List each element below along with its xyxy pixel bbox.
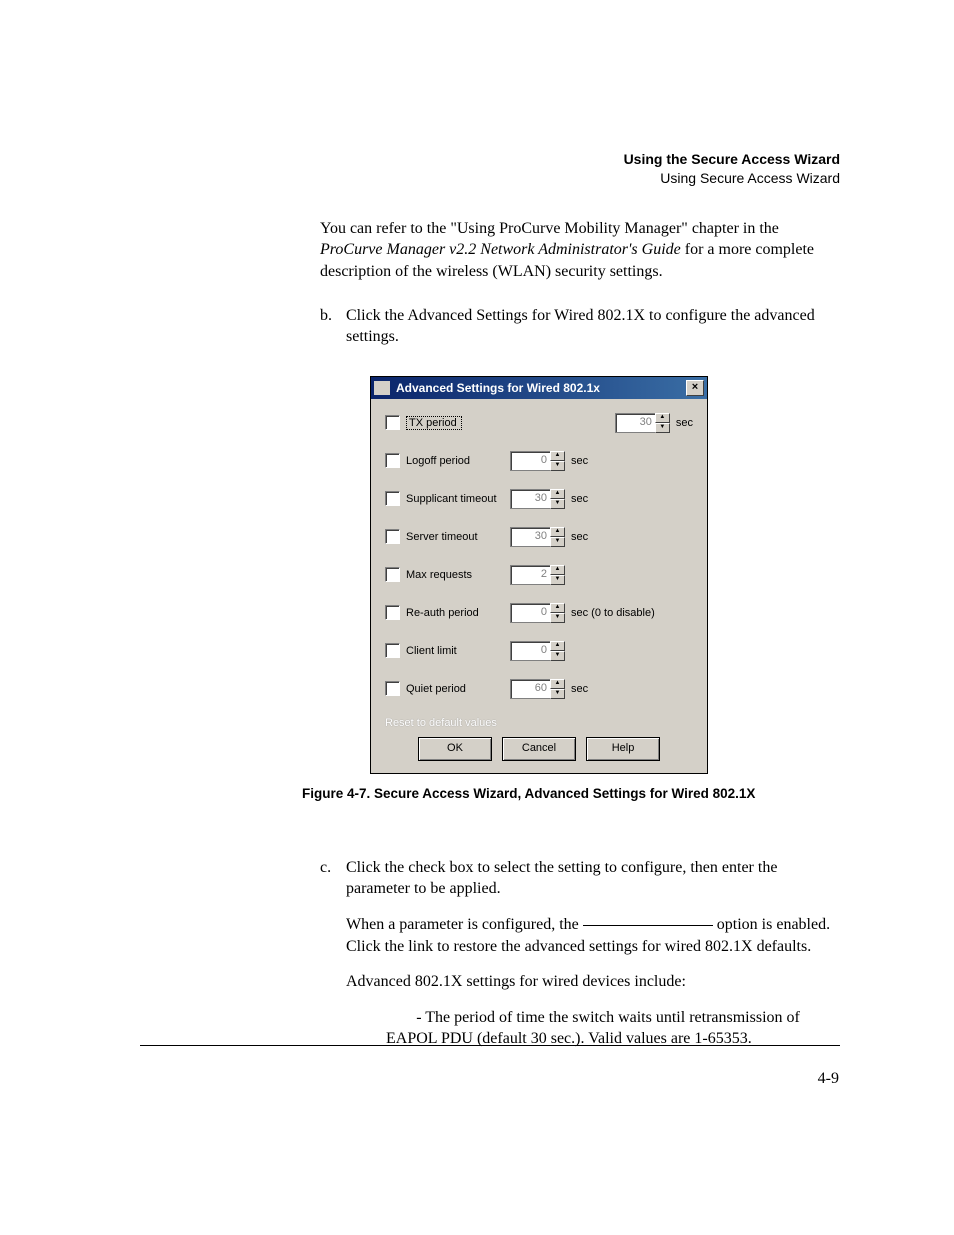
input-logoff-period[interactable]: 0 xyxy=(510,451,550,471)
input-tx-period[interactable]: 30 xyxy=(615,413,655,433)
page-header-subtitle: Using Secure Access Wizard xyxy=(320,169,840,188)
label-max-requests: Max requests xyxy=(406,569,510,581)
help-button[interactable]: Help xyxy=(586,737,660,761)
row-quiet-period: Quiet period 60 ▲▼ sec xyxy=(385,679,693,699)
guide-title-italic: ProCurve Manager v2.2 Network Administra… xyxy=(320,241,681,258)
dialog-app-icon xyxy=(374,381,390,395)
step-c-marker: c. xyxy=(320,857,346,1050)
unit-reauth-period: sec (0 to disable) xyxy=(571,607,655,619)
spinner-max-requests[interactable]: ▲▼ xyxy=(550,565,565,585)
unit-server-timeout: sec xyxy=(571,531,588,543)
input-quiet-period[interactable]: 60 xyxy=(510,679,550,699)
footer-rule xyxy=(140,1045,840,1046)
step-c-bullet: TX period - The period of time the switc… xyxy=(346,1007,840,1050)
dialog-titlebar: Advanced Settings for Wired 802.1x × xyxy=(371,377,707,399)
figure-block: Advanced Settings for Wired 802.1x × TX … xyxy=(320,376,840,801)
figure-caption: Figure 4-7. Secure Access Wizard, Advanc… xyxy=(302,786,840,801)
checkbox-reauth-period[interactable] xyxy=(385,605,400,620)
unit-logoff-period: sec xyxy=(571,455,588,467)
step-c-p1: Click the check box to select the settin… xyxy=(346,857,840,900)
row-server-timeout: Server timeout 30 ▲▼ sec xyxy=(385,527,693,547)
checkbox-supplicant-timeout[interactable] xyxy=(385,491,400,506)
row-max-requests: Max requests 2 ▲▼ xyxy=(385,565,693,585)
step-b-marker: b. xyxy=(320,305,346,348)
checkbox-client-limit[interactable] xyxy=(385,643,400,658)
step-b: b. Click the Advanced Settings for Wired… xyxy=(320,305,840,348)
label-reauth-period: Re-auth period xyxy=(406,607,510,619)
page-header-title: Using the Secure Access Wizard xyxy=(320,150,840,169)
label-logoff-period: Logoff period xyxy=(406,455,510,467)
label-tx-period: TX period xyxy=(406,416,462,430)
step-b-text: Click the Advanced Settings for Wired 80… xyxy=(346,305,840,348)
row-supplicant-timeout: Supplicant timeout 30 ▲▼ sec xyxy=(385,489,693,509)
unit-quiet-period: sec xyxy=(571,683,588,695)
reset-defaults-link[interactable]: Reset to default values xyxy=(385,717,693,729)
label-quiet-period: Quiet period xyxy=(406,683,510,695)
row-logoff-period: Logoff period 0 ▲▼ sec xyxy=(385,451,693,471)
checkbox-server-timeout[interactable] xyxy=(385,529,400,544)
spinner-logoff-period[interactable]: ▲▼ xyxy=(550,451,565,471)
input-reauth-period[interactable]: 0 xyxy=(510,603,550,623)
row-reauth-period: Re-auth period 0 ▲▼ sec (0 to disable) xyxy=(385,603,693,623)
unit-supplicant-timeout: sec xyxy=(571,493,588,505)
label-supplicant-timeout: Supplicant timeout xyxy=(406,493,510,505)
close-icon[interactable]: × xyxy=(686,380,704,396)
cancel-button[interactable]: Cancel xyxy=(502,737,576,761)
label-server-timeout: Server timeout xyxy=(406,531,510,543)
unit-tx-period: sec xyxy=(676,417,693,429)
checkbox-logoff-period[interactable] xyxy=(385,453,400,468)
checkbox-tx-period[interactable] xyxy=(385,415,400,430)
intro-paragraph: You can refer to the "Using ProCurve Mob… xyxy=(320,218,840,283)
page-number: 4-9 xyxy=(818,1070,839,1088)
step-c-body: Click the check box to select the settin… xyxy=(346,857,840,1050)
input-supplicant-timeout[interactable]: 30 xyxy=(510,489,550,509)
input-server-timeout[interactable]: 30 xyxy=(510,527,550,547)
checkbox-quiet-period[interactable] xyxy=(385,681,400,696)
input-client-limit[interactable]: 0 xyxy=(510,641,550,661)
input-max-requests[interactable]: 2 xyxy=(510,565,550,585)
advanced-settings-dialog: Advanced Settings for Wired 802.1x × TX … xyxy=(370,376,708,774)
spinner-client-limit[interactable]: ▲▼ xyxy=(550,641,565,661)
step-c: c. Click the check box to select the set… xyxy=(320,857,840,1050)
page-header: Using the Secure Access Wizard Using Sec… xyxy=(320,150,840,188)
row-tx-period: TX period 30 ▲▼ sec xyxy=(385,413,693,433)
row-client-limit: Client limit 0 ▲▼ xyxy=(385,641,693,661)
dialog-button-row: OK Cancel Help xyxy=(385,737,693,765)
dialog-title: Advanced Settings for Wired 802.1x xyxy=(396,381,686,395)
step-c-p2: When a parameter is configured, the opti… xyxy=(346,914,840,957)
dialog-body: TX period 30 ▲▼ sec Logoff period 0 ▲▼ xyxy=(371,399,707,773)
ok-button[interactable]: OK xyxy=(418,737,492,761)
blank-option-line xyxy=(583,925,713,926)
spinner-tx-period[interactable]: ▲▼ xyxy=(655,413,670,433)
spinner-supplicant-timeout[interactable]: ▲▼ xyxy=(550,489,565,509)
spinner-server-timeout[interactable]: ▲▼ xyxy=(550,527,565,547)
checkbox-max-requests[interactable] xyxy=(385,567,400,582)
spinner-reauth-period[interactable]: ▲▼ xyxy=(550,603,565,623)
label-client-limit: Client limit xyxy=(406,645,510,657)
step-c-p3: Advanced 802.1X settings for wired devic… xyxy=(346,971,840,993)
spinner-quiet-period[interactable]: ▲▼ xyxy=(550,679,565,699)
